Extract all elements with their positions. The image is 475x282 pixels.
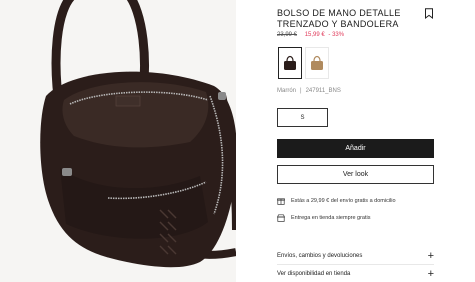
- swatch-camel[interactable]: [305, 47, 329, 79]
- shipping-text: Estás a 29,99 € del envío gratis a domic…: [291, 198, 396, 204]
- bookmark-icon[interactable]: [424, 8, 434, 19]
- product-title: BOLSO DE MANO DETALLE TRENZADO Y BANDOLE…: [277, 8, 423, 30]
- divider: [277, 264, 434, 265]
- product-info-panel: BOLSO DE MANO DETALLE TRENZADO Y BANDOLE…: [277, 0, 475, 282]
- add-to-cart-button[interactable]: Añadir: [277, 139, 434, 158]
- accordion-store-availability[interactable]: Ver disponibilidad en tienda +: [277, 268, 434, 280]
- gift-box-icon: [277, 198, 285, 205]
- sale-price: 15,99 €: [304, 32, 325, 38]
- accordion-shipping-returns[interactable]: Envíos, cambios y devoluciones +: [277, 250, 434, 262]
- store-text: Entrega en tienda siempre gratis: [291, 215, 371, 221]
- title-line-1: BOLSO DE MANO DETALLE: [277, 8, 401, 18]
- color-name: Marrón: [277, 88, 297, 94]
- accordion-label: Envíos, cambios y devoluciones: [277, 253, 363, 259]
- size-button[interactable]: S: [277, 108, 328, 127]
- bag-illustration: [40, 0, 236, 268]
- color-reference: Marrón | 247911_BNS: [277, 88, 341, 94]
- bag-thumbnail-icon: [284, 55, 296, 70]
- reference-code: 247911_BNS: [305, 88, 341, 94]
- title-line-2: TRENZADO Y BANDOLERA: [277, 19, 399, 29]
- bag-thumbnail-icon: [311, 55, 323, 70]
- store-info: Entrega en tienda siempre gratis: [277, 213, 371, 223]
- product-image[interactable]: [0, 0, 236, 282]
- accordion-label: Ver disponibilidad en tienda: [277, 271, 351, 277]
- plus-icon[interactable]: +: [428, 269, 434, 280]
- shipping-info: Estás a 29,99 € del envío gratis a domic…: [277, 196, 396, 206]
- original-price: 23,99 €: [277, 32, 298, 38]
- price-row: 23,99 € 15,99 € - 33%: [277, 32, 344, 38]
- discount-badge: - 33%: [328, 32, 345, 38]
- view-look-button[interactable]: Ver look: [277, 165, 434, 184]
- plus-icon[interactable]: +: [428, 251, 434, 262]
- swatch-brown[interactable]: [278, 47, 302, 79]
- store-icon: [277, 214, 285, 222]
